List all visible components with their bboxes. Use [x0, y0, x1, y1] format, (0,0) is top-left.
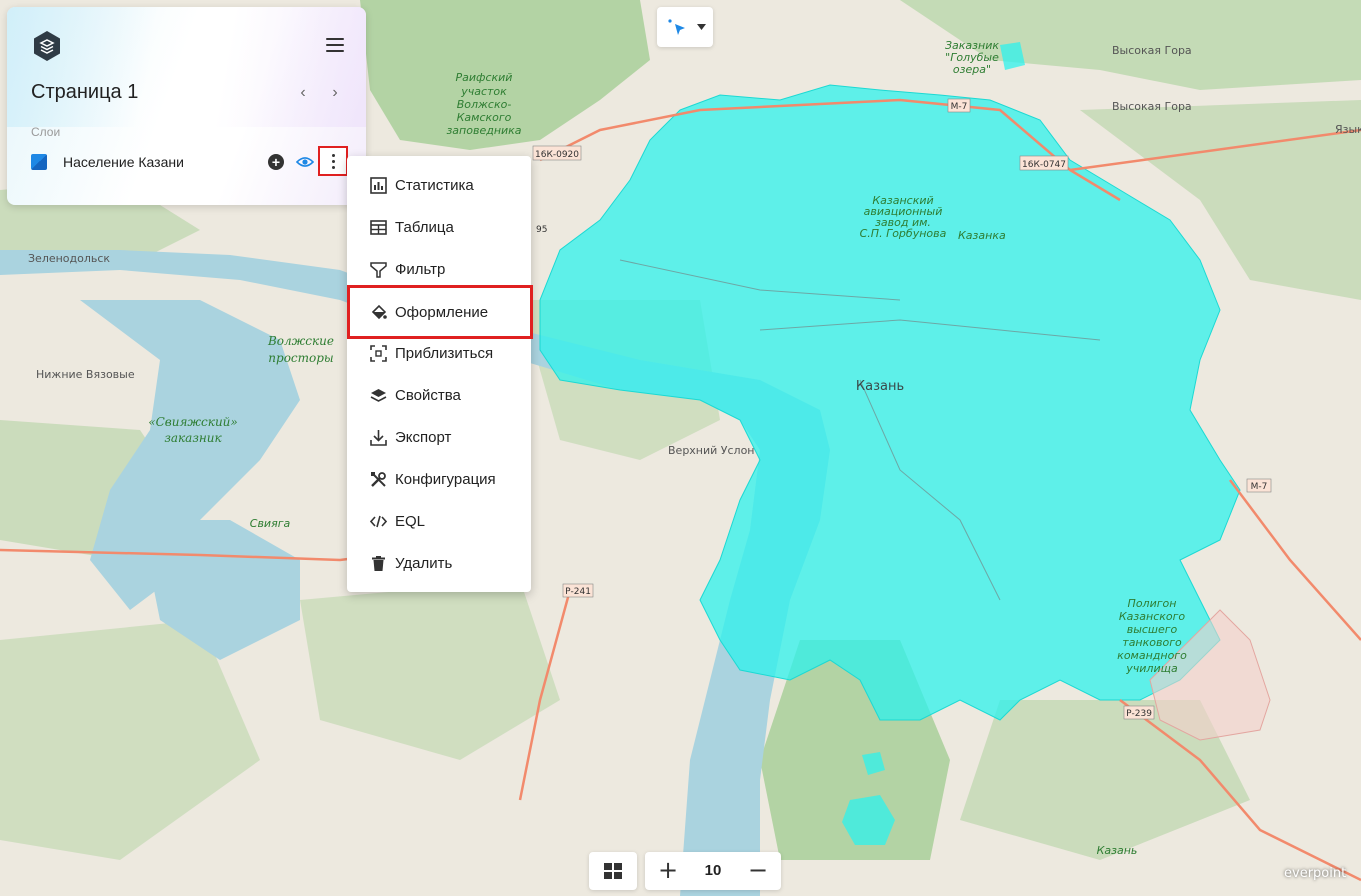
download-icon — [370, 430, 387, 446]
zoom-level: 10 — [704, 862, 722, 879]
svg-text:Р-241: Р-241 — [565, 587, 591, 597]
menu-item-export[interactable]: Экспорт — [347, 417, 531, 459]
svg-text:Свияга: Свияга — [250, 517, 291, 530]
select-cursor-icon — [668, 19, 685, 35]
svg-text:Полигон: Полигон — [1128, 597, 1177, 610]
svg-text:Зеленодольск: Зеленодольск — [28, 252, 110, 265]
svg-text:М-7: М-7 — [951, 102, 968, 112]
filter-icon — [370, 262, 387, 278]
selection-tool-dropdown[interactable] — [657, 7, 713, 47]
table-icon — [370, 220, 387, 235]
menu-item-zoom-to[interactable]: Приблизиться — [347, 333, 531, 375]
menu-item-delete[interactable]: Удалить — [347, 543, 531, 585]
zoom-to-fit-icon — [370, 345, 387, 362]
svg-text:Высокая Гора: Высокая Гора — [1112, 100, 1192, 113]
layer-context-menu: Статистика Таблица Фильтр Оформление При… — [347, 156, 533, 592]
svg-text:высшего: высшего — [1127, 623, 1178, 636]
visibility-eye-icon[interactable] — [296, 154, 314, 170]
chevron-down-icon — [697, 24, 706, 30]
zoom-control: + 10 − — [645, 852, 781, 890]
svg-text:Казань: Казань — [856, 379, 904, 394]
svg-text:участок: участок — [460, 85, 507, 98]
svg-text:М-7: М-7 — [1251, 482, 1268, 492]
svg-text:Казанка: Казанка — [958, 229, 1006, 242]
bar-chart-icon — [370, 177, 387, 194]
layer-item[interactable]: Население Казани + — [31, 146, 351, 176]
svg-text:Нижние Вязовые: Нижние Вязовые — [36, 368, 135, 381]
prev-page-chevron-icon[interactable]: ‹ — [293, 83, 313, 103]
menu-item-properties[interactable]: Свойства — [347, 375, 531, 417]
page-title: Страница 1 — [31, 81, 139, 103]
menu-item-configuration[interactable]: Конфигурация — [347, 459, 531, 501]
layers-panel: Страница 1 ‹ › Слои Население Казани + — [7, 7, 366, 205]
trash-icon — [372, 556, 385, 571]
menu-item-eql[interactable]: EQL — [347, 501, 531, 543]
svg-text:Верхний Услон: Верхний Услон — [668, 444, 755, 457]
svg-text:Раифский: Раифский — [456, 71, 513, 84]
svg-text:16К-0920: 16К-0920 — [535, 150, 579, 160]
svg-text:просторы: просторы — [268, 351, 333, 365]
svg-text:Волжско-: Волжско- — [457, 98, 512, 111]
svg-text:Р-239: Р-239 — [1126, 709, 1152, 719]
next-page-chevron-icon[interactable]: › — [325, 83, 345, 103]
svg-text:озера": озера" — [953, 63, 991, 76]
svg-text:Волжские: Волжские — [267, 334, 334, 348]
svg-text:командного: командного — [1117, 649, 1187, 662]
layer-name: Население Казани — [63, 154, 184, 170]
zoom-out-button[interactable]: − — [735, 852, 781, 890]
attribution-logo[interactable]: everpoint — [1284, 866, 1346, 881]
menu-item-statistics[interactable]: Статистика — [347, 165, 531, 207]
code-icon — [370, 515, 387, 528]
svg-text:Язык: Язык — [1335, 123, 1361, 136]
svg-text:танкового: танкового — [1122, 636, 1182, 649]
menu-item-styling[interactable]: Оформление — [347, 285, 533, 339]
layers-icon — [370, 389, 387, 402]
svg-text:заповедника: заповедника — [446, 124, 521, 137]
zoom-in-button[interactable]: + — [645, 852, 691, 890]
layers-section-label: Слои — [31, 125, 61, 139]
grid-icon — [604, 863, 622, 879]
svg-text:95: 95 — [536, 225, 547, 235]
tools-icon — [371, 472, 386, 487]
layer-color-swatch — [31, 154, 47, 170]
svg-text:Казанского: Казанского — [1119, 610, 1186, 623]
add-layer-plus-icon[interactable]: + — [268, 154, 284, 170]
app-logo-icon[interactable] — [31, 30, 63, 62]
paint-bucket-icon — [371, 304, 387, 320]
svg-text:Высокая Гора: Высокая Гора — [1112, 44, 1192, 57]
svg-text:16К-0747: 16К-0747 — [1022, 160, 1066, 170]
svg-text:С.П. Горбунова: С.П. Горбунова — [860, 227, 947, 240]
svg-text:заказник: заказник — [164, 431, 222, 445]
attribution-text: everpoint — [1284, 866, 1347, 881]
menu-hamburger-icon[interactable] — [326, 38, 344, 54]
svg-text:Камского: Камского — [457, 111, 512, 124]
svg-text:училища: училища — [1125, 662, 1178, 675]
svg-text:«Свияжский»: «Свияжский» — [148, 415, 238, 429]
basemap-grid-button[interactable] — [589, 852, 637, 890]
svg-text:Казань: Казань — [1097, 844, 1138, 857]
menu-item-table[interactable]: Таблица — [347, 207, 531, 249]
layer-more-options-icon[interactable] — [318, 146, 348, 176]
